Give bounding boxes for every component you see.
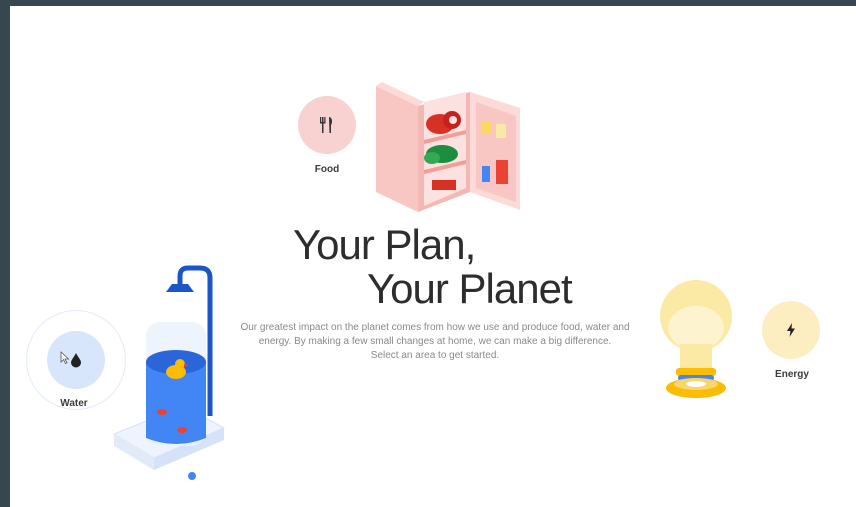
lightbulb-illustration xyxy=(660,280,732,398)
water-category-button[interactable] xyxy=(47,331,105,389)
description-line-1: Our greatest impact on the planet comes … xyxy=(240,322,630,333)
food-category-button[interactable] xyxy=(298,96,356,154)
shower-illustration xyxy=(112,265,226,480)
description-line-2: energy. By making a few small changes at… xyxy=(258,336,612,347)
hero-title-line2: Your Planet xyxy=(367,265,573,312)
fridge-illustration xyxy=(376,82,520,212)
hero-title-line1: Your Plan, xyxy=(293,221,476,268)
page-canvas: Food Your Plan, Your Planet Our greatest… xyxy=(10,6,856,507)
description-line-3: Select an area to get started. xyxy=(370,350,500,361)
water-drop-icon xyxy=(71,353,81,368)
food-category-label[interactable]: Food xyxy=(287,164,367,175)
energy-category-label[interactable]: Energy xyxy=(752,369,832,380)
energy-category-button[interactable] xyxy=(762,301,820,359)
fork-knife-icon xyxy=(320,117,333,133)
lightning-bolt-icon xyxy=(787,323,795,337)
water-category-label[interactable]: Water xyxy=(34,398,114,409)
cursor-icon xyxy=(60,351,70,365)
hero-description: Our greatest impact on the planet comes … xyxy=(240,321,630,363)
